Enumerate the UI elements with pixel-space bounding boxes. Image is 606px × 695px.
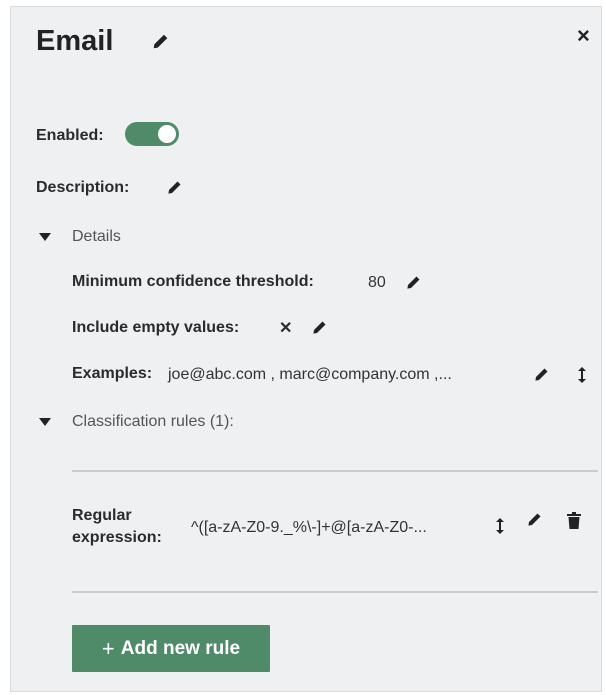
enabled-toggle[interactable]	[125, 122, 179, 146]
edit-include-empty-pencil-icon[interactable]	[311, 320, 327, 336]
close-icon[interactable]: ×	[577, 25, 590, 47]
rule-type-line2: expression:	[72, 529, 162, 546]
add-new-rule-label: Add new rule	[120, 637, 241, 659]
edit-examples-pencil-icon[interactable]	[533, 367, 549, 383]
rules-divider-top	[72, 470, 598, 472]
rules-section-label[interactable]: Classification rules (1):	[72, 413, 234, 431]
plus-icon: +	[101, 635, 115, 661]
toggle-knob	[158, 125, 176, 143]
add-new-rule-button[interactable]: + Add new rule	[72, 625, 270, 672]
examples-label: Examples:	[72, 365, 153, 382]
details-section-label[interactable]: Details	[72, 228, 121, 246]
description-label: Description:	[36, 179, 130, 196]
rule-pattern-value: ^([a-zA-Z0-9._%\-]+@[a-zA-Z0-...	[191, 519, 427, 536]
min-confidence-value: 80	[368, 274, 386, 291]
include-empty-label: Include empty values:	[72, 319, 240, 336]
rule-sort-icon[interactable]	[495, 517, 505, 535]
enabled-label: Enabled:	[36, 127, 104, 144]
rules-caret-down-icon[interactable]	[39, 418, 51, 426]
examples-sort-icon[interactable]	[577, 366, 587, 384]
edit-min-confidence-pencil-icon[interactable]	[405, 275, 421, 291]
rules-divider-bottom	[72, 591, 598, 593]
min-confidence-label: Minimum confidence threshold:	[72, 273, 314, 290]
edit-rule-pencil-icon[interactable]	[526, 512, 542, 528]
edit-description-pencil-icon[interactable]	[166, 180, 182, 196]
email-classifier-panel: Email × Enabled: Description: Details Mi…	[10, 6, 602, 692]
rule-type-line1: Regular	[72, 507, 132, 524]
edit-title-pencil-icon[interactable]	[151, 33, 169, 51]
include-empty-value-x-icon: ✕	[279, 320, 293, 337]
examples-value: joe@abc.com , marc@company.com ,...	[168, 366, 452, 383]
details-caret-down-icon[interactable]	[39, 233, 51, 241]
panel-title: Email	[36, 25, 114, 57]
delete-rule-trash-icon[interactable]	[567, 512, 581, 529]
